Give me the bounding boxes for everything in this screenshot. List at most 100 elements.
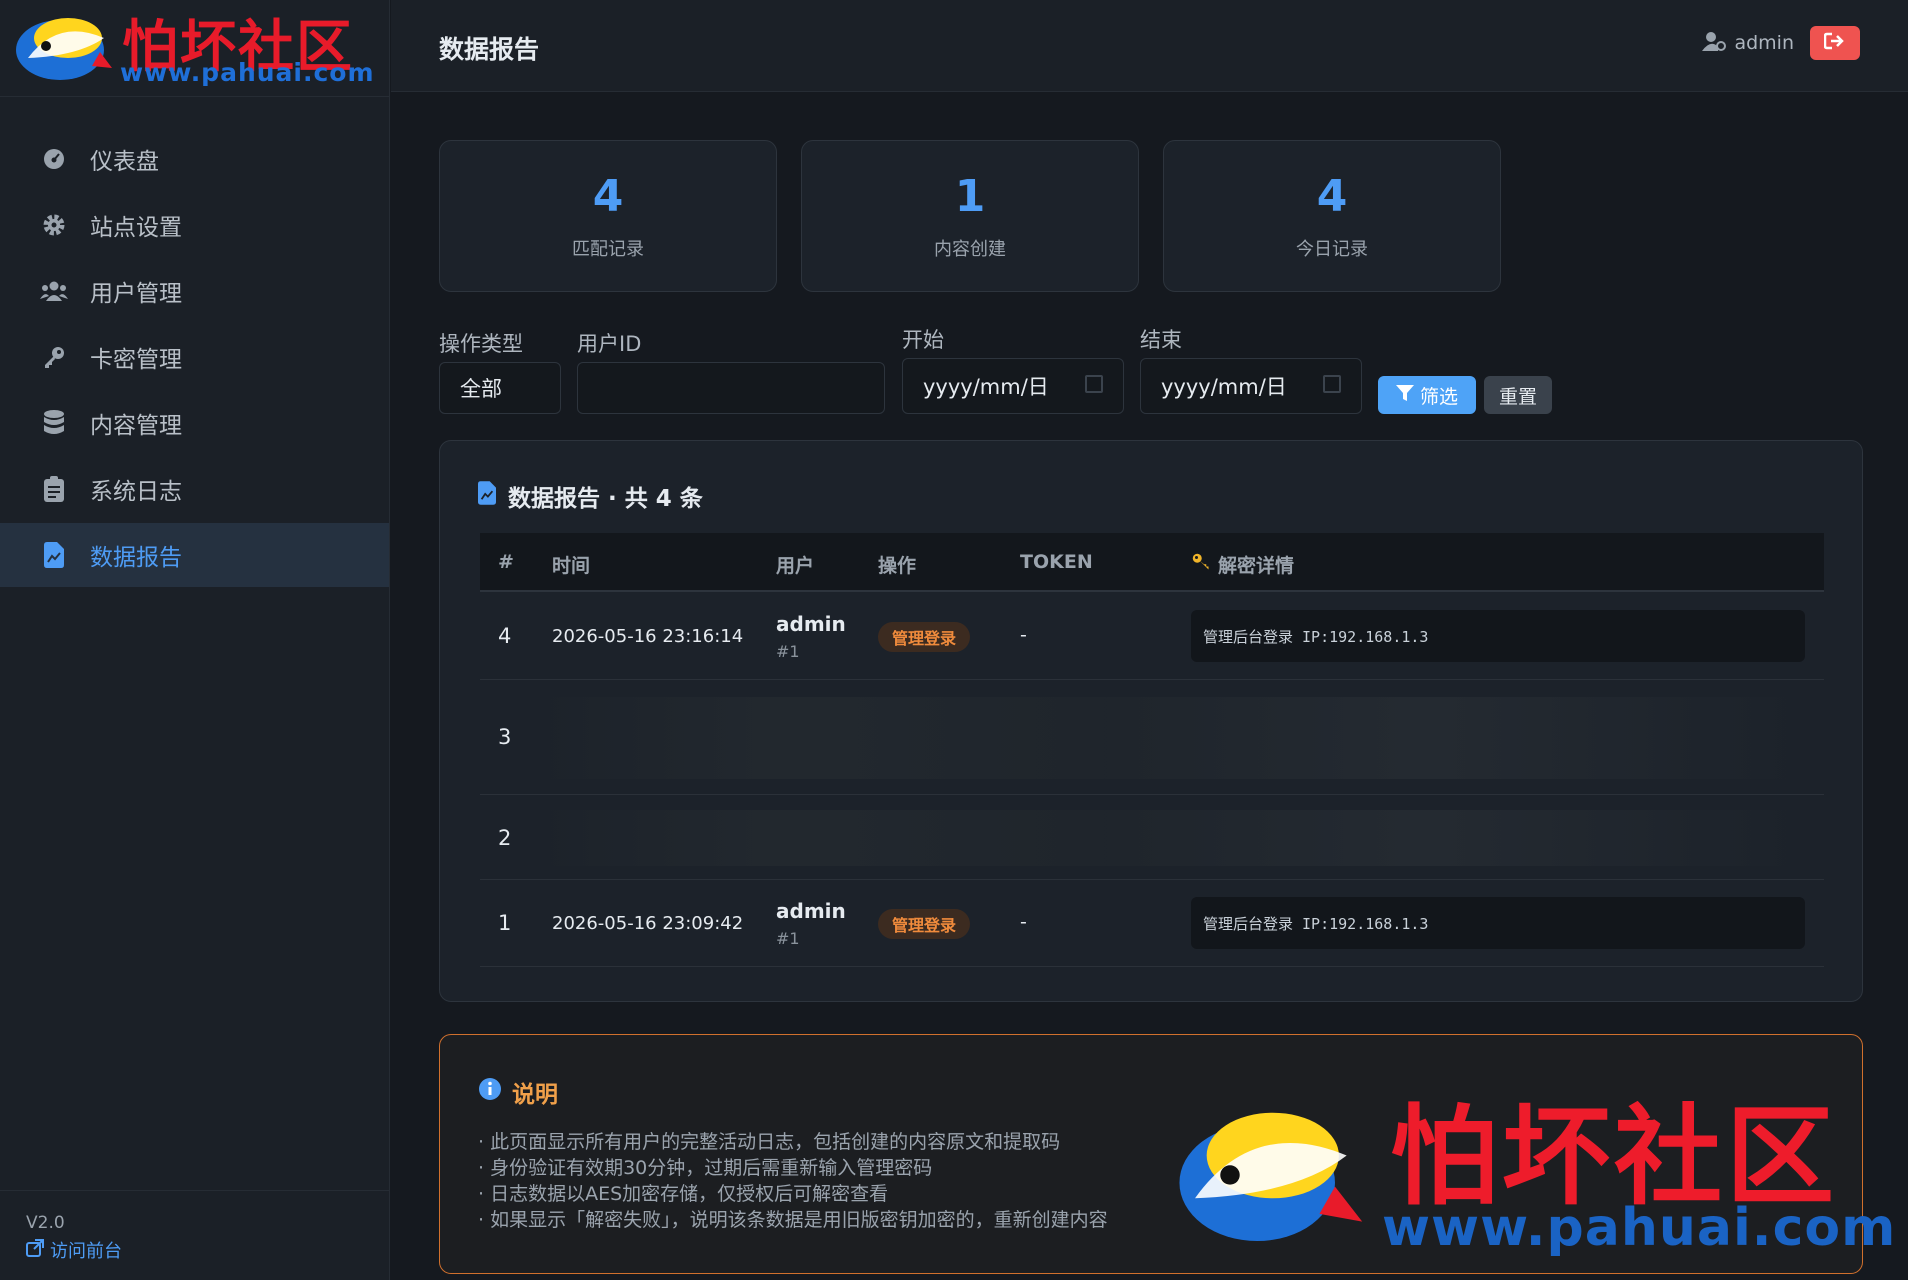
logout-button[interactable] [1810, 26, 1860, 60]
filter-button-label: 筛选 [1419, 385, 1458, 408]
sidebar-item-logs[interactable]: 系统日志 [0, 457, 389, 521]
row-number: 2 [498, 826, 512, 850]
row-token: - [1020, 911, 1027, 933]
file-chart-icon [478, 481, 496, 511]
row-number: 4 [498, 624, 512, 648]
filter-button[interactable]: 筛选 [1378, 376, 1476, 414]
column-header-label: 解密详情 [1218, 555, 1295, 577]
fish-logo-icon [1179, 1112, 1363, 1242]
table-header: # 时间 用户 操作 TOKEN 解密详情 [480, 533, 1824, 592]
logo-url: www.pahuai.com [120, 58, 375, 87]
action-badge: 管理登录 [878, 622, 971, 652]
reset-button[interactable]: 重置 [1484, 376, 1552, 414]
redacted-row-content [530, 697, 1810, 779]
sidebar-item-content[interactable]: 内容管理 [0, 391, 389, 455]
sign-out-icon [1823, 32, 1846, 54]
note-line: · 此页面显示所有用户的完整活动日志，包括创建的内容原文和提取码 [478, 1131, 1061, 1153]
userid-input[interactable] [577, 362, 885, 414]
dashboard-icon [40, 145, 68, 173]
type-filter-label: 操作类型 [439, 332, 523, 356]
row-number: 1 [498, 911, 512, 935]
page-title: 数据报告 [439, 35, 540, 64]
report-table-card: 数据报告 · 共 4 条 # 时间 用户 操作 TOKEN 解密详情 4 202… [439, 440, 1863, 1002]
watermark: 怕坏社区 www.pahuai.com [1160, 1070, 1895, 1270]
calendar-icon[interactable] [1085, 375, 1103, 393]
file-chart-icon [40, 541, 68, 569]
user-name: admin [776, 612, 846, 636]
sidebar-item-site-settings[interactable]: 站点设置 [0, 193, 389, 257]
note-title: 说明 [478, 1075, 558, 1109]
table-title: 数据报告 · 共 4 条 [478, 479, 703, 513]
stat-card-created: 1 内容创建 [801, 140, 1139, 292]
stat-value: 4 [592, 171, 624, 222]
user-name: admin [1734, 32, 1794, 54]
version-label: V2.0 [26, 1213, 65, 1233]
sidebar-item-label: 内容管理 [90, 413, 182, 439]
userid-filter-label: 用户ID [577, 332, 642, 356]
column-header: 操作 [878, 555, 917, 577]
row-user: admin #1 [776, 612, 846, 661]
info-icon [478, 1077, 502, 1107]
row-token: - [1020, 624, 1027, 646]
logo[interactable]: 怕坏社区 www.pahuai.com [0, 0, 389, 97]
end-date-label: 结束 [1140, 328, 1182, 352]
end-date-placeholder: yyyy/mm/日 [1161, 375, 1287, 399]
user-menu[interactable]: admin [1702, 31, 1794, 56]
row-user: admin #1 [776, 899, 846, 948]
key-icon [40, 343, 68, 371]
database-icon [40, 409, 68, 437]
note-line: · 日志数据以AES加密存储，仅授权后可解密查看 [478, 1183, 889, 1205]
decrypt-detail: 管理后台登录 IP:192.168.1.3 [1191, 897, 1805, 949]
sidebar-item-label: 站点设置 [90, 215, 182, 241]
stat-value: 4 [1316, 171, 1348, 222]
fish-logo-icon [16, 18, 112, 80]
end-date-input[interactable]: yyyy/mm/日 [1140, 358, 1362, 414]
sidebar-item-label: 卡密管理 [90, 347, 182, 373]
table-row: 1 2026-05-16 23:09:42 admin #1 管理登录 - 管理… [480, 881, 1824, 967]
table-row: 3 [480, 681, 1824, 795]
decrypt-detail: 管理后台登录 IP:192.168.1.3 [1191, 610, 1805, 662]
visit-frontend-label: 访问前台 [50, 1241, 122, 1262]
column-header: # [498, 551, 514, 573]
action-badge: 管理登录 [878, 909, 971, 939]
sidebar-item-label: 数据报告 [90, 545, 182, 571]
stat-card-today: 4 今日记录 [1163, 140, 1501, 292]
clipboard-icon [40, 475, 68, 503]
key-icon [1192, 553, 1210, 576]
external-link-icon [26, 1238, 44, 1262]
table-title-text: 数据报告 · 共 4 条 [508, 486, 703, 512]
column-header: 时间 [552, 555, 591, 577]
sidebar-item-label: 用户管理 [90, 281, 182, 307]
calendar-icon[interactable] [1323, 375, 1341, 393]
sidebar-item-users[interactable]: 用户管理 [0, 259, 389, 323]
sidebar-item-cards[interactable]: 卡密管理 [0, 325, 389, 389]
visit-frontend-link[interactable]: 访问前台 [26, 1237, 364, 1263]
gear-icon [40, 211, 68, 239]
column-header: TOKEN [1020, 551, 1093, 573]
row-time: 2026-05-16 23:09:42 [552, 913, 744, 934]
redacted-row-content [530, 810, 1810, 866]
type-select[interactable]: 全部 [439, 362, 561, 414]
column-header-detail: 解密详情 [1192, 551, 1294, 578]
column-header: 用户 [776, 555, 815, 577]
user-id: #1 [776, 642, 800, 661]
start-date-input[interactable]: yyyy/mm/日 [902, 358, 1124, 414]
stat-card-matched: 4 匹配记录 [439, 140, 777, 292]
sidebar-item-label: 仪表盘 [90, 149, 159, 175]
note-line: · 身份验证有效期30分钟，过期后需重新输入管理密码 [478, 1157, 933, 1179]
sidebar-item-dashboard[interactable]: 仪表盘 [0, 127, 389, 191]
note-line: · 如果显示「解密失败」，说明该条数据是用旧版密钥加密的，重新创建内容 [478, 1209, 1108, 1231]
note-title-text: 说明 [512, 1082, 558, 1108]
sidebar-footer: V2.0 访问前台 [0, 1190, 390, 1280]
watermark-url: www.pahuai.com [1382, 1198, 1897, 1258]
sidebar-item-reports[interactable]: 数据报告 [0, 523, 389, 587]
sidebar: 怕坏社区 www.pahuai.com 仪表盘 站点设置 用户管理 卡密管理 内… [0, 0, 390, 1280]
sidebar-nav: 仪表盘 站点设置 用户管理 卡密管理 内容管理 系统日志 数据报告 [0, 127, 389, 587]
start-date-placeholder: yyyy/mm/日 [923, 375, 1049, 399]
type-select-value: 全部 [460, 377, 502, 401]
row-number: 3 [498, 725, 512, 749]
users-icon [40, 277, 68, 305]
user-id: #1 [776, 929, 800, 948]
table-row: 2 [480, 796, 1824, 880]
row-time: 2026-05-16 23:16:14 [552, 626, 744, 647]
